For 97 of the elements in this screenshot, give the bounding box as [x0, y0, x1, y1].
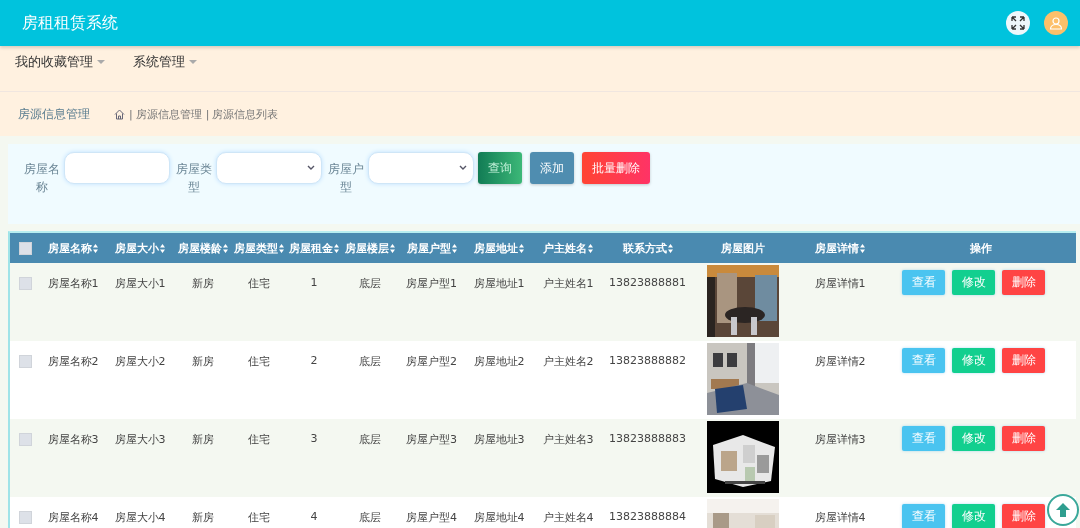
- field-label: 房屋类型: [175, 161, 213, 196]
- table-cell: 底层: [359, 433, 381, 446]
- chevron-icon: [307, 165, 315, 171]
- table-cell: 新房: [191, 511, 214, 524]
- input-field[interactable]: [64, 152, 170, 184]
- view-button[interactable]: 查看: [902, 348, 945, 373]
- table-cell: 房屋大小2: [114, 355, 166, 368]
- sort-icon[interactable]: [222, 244, 228, 253]
- sort-icon[interactable]: [93, 244, 98, 253]
- table-cell: 13823888883: [609, 432, 686, 445]
- table-cell: 新房: [191, 433, 214, 446]
- table-cell: 房屋地址3: [473, 433, 525, 446]
- view-button[interactable]: 查看: [902, 426, 945, 451]
- column-header: 操作: [970, 241, 992, 255]
- menu-item[interactable]: 我的收藏管理: [15, 52, 105, 72]
- table-cell: 户主姓名4: [542, 511, 594, 524]
- delete-button[interactable]: 删除: [1002, 270, 1045, 295]
- table-cell: 13823888884: [609, 510, 686, 523]
- sort-icon[interactable]: [451, 244, 457, 253]
- sort-icon[interactable]: [390, 244, 395, 253]
- fullscreen-icon[interactable]: [1006, 11, 1030, 35]
- add-button[interactable]: 添加: [530, 152, 574, 184]
- table-cell: 新房: [191, 355, 214, 368]
- arrow-up-icon: [1055, 502, 1071, 518]
- table-cell: 4: [310, 510, 318, 523]
- sort-icon[interactable]: [588, 244, 593, 253]
- table-cell: 房屋户型1: [406, 277, 457, 290]
- delete-button[interactable]: 删除: [1002, 348, 1045, 373]
- sort-icon[interactable]: [667, 244, 673, 253]
- table-cell: 房屋名称3: [47, 433, 99, 446]
- sort-icon[interactable]: [278, 244, 284, 253]
- view-button[interactable]: 查看: [902, 504, 945, 528]
- table-cell: 住宅: [247, 511, 270, 524]
- edit-button[interactable]: 修改: [952, 270, 995, 295]
- edit-button[interactable]: 修改: [952, 504, 995, 528]
- row-checkbox[interactable]: [18, 276, 32, 290]
- table-cell: 房屋地址4: [473, 511, 525, 524]
- menu-item[interactable]: 系统管理: [133, 52, 197, 72]
- sort-icon[interactable]: [519, 244, 524, 253]
- table-cell: 房屋详情1: [814, 277, 866, 290]
- sort-icon[interactable]: [860, 244, 865, 253]
- table-cell: 户主姓名1: [542, 277, 594, 290]
- select-all-checkbox[interactable]: [18, 241, 32, 255]
- table-cell: 房屋名称2: [47, 355, 99, 368]
- breadcrumb-item[interactable]: 房源信息管理: [135, 106, 202, 122]
- field-label: 房屋名称: [23, 161, 61, 196]
- table-cell: 房屋名称4: [47, 511, 99, 524]
- table-cell: 房屋大小4: [114, 511, 166, 524]
- sort-icon[interactable]: [160, 244, 165, 253]
- table-cell: 住宅: [247, 277, 270, 290]
- view-button[interactable]: 查看: [902, 270, 945, 295]
- table-cell: 底层: [359, 355, 381, 368]
- breadcrumb-separator: |: [129, 107, 133, 121]
- breadcrumb-separator: |: [205, 107, 210, 121]
- column-header: 房屋图片: [721, 241, 765, 255]
- chevron-icon: [459, 165, 467, 171]
- table-cell: 2: [310, 354, 318, 367]
- row-checkbox[interactable]: [18, 432, 32, 446]
- home-icon[interactable]: [114, 108, 125, 120]
- breadcrumb-item[interactable]: 房源信息列表: [212, 106, 279, 122]
- table-cell: 房屋大小3: [114, 433, 166, 446]
- table-cell: 1: [310, 276, 318, 289]
- select-field[interactable]: [216, 152, 322, 184]
- table-cell: 底层: [359, 277, 381, 290]
- table-cell: 3: [310, 432, 318, 445]
- table-cell: 房屋地址2: [473, 355, 525, 368]
- table-cell: 住宅: [247, 433, 270, 446]
- table-cell: 13823888881: [609, 276, 686, 289]
- table-cell: 底层: [359, 511, 381, 524]
- table-cell: 户主姓名2: [542, 355, 594, 368]
- table-cell: 房屋详情4: [814, 511, 866, 524]
- table-cell: 房屋户型4: [406, 511, 457, 524]
- edit-button[interactable]: 修改: [952, 426, 995, 451]
- table-cell: 新房: [191, 277, 214, 290]
- table-cell: 房屋户型2: [406, 355, 457, 368]
- table-cell: 房屋户型3: [406, 433, 457, 446]
- table-cell: 房屋名称1: [47, 277, 99, 290]
- table-cell: 房屋详情3: [814, 433, 866, 446]
- table-cell: 房屋地址1: [473, 277, 525, 290]
- delete-button[interactable]: 删除: [1002, 504, 1045, 528]
- search-button[interactable]: 查询: [478, 152, 522, 184]
- delete-button[interactable]: 删除: [1002, 426, 1045, 451]
- field-label: 房屋户型: [327, 161, 365, 196]
- table-cell: 13823888882: [609, 354, 686, 367]
- user-avatar-icon[interactable]: [1044, 11, 1068, 35]
- row-checkbox[interactable]: [18, 510, 32, 524]
- table-cell: 住宅: [247, 355, 270, 368]
- row-checkbox[interactable]: [18, 354, 32, 368]
- select-field[interactable]: [368, 152, 474, 184]
- edit-button[interactable]: 修改: [952, 348, 995, 373]
- app-title: 房租租赁系统: [22, 12, 119, 34]
- table-cell: 房屋详情2: [814, 355, 866, 368]
- table-cell: 房屋大小1: [114, 277, 166, 290]
- batch-delete-button[interactable]: 批量删除: [582, 152, 650, 184]
- table-cell: 户主姓名3: [542, 433, 594, 446]
- section-title: 房源信息管理: [18, 105, 90, 123]
- sort-icon[interactable]: [334, 244, 339, 253]
